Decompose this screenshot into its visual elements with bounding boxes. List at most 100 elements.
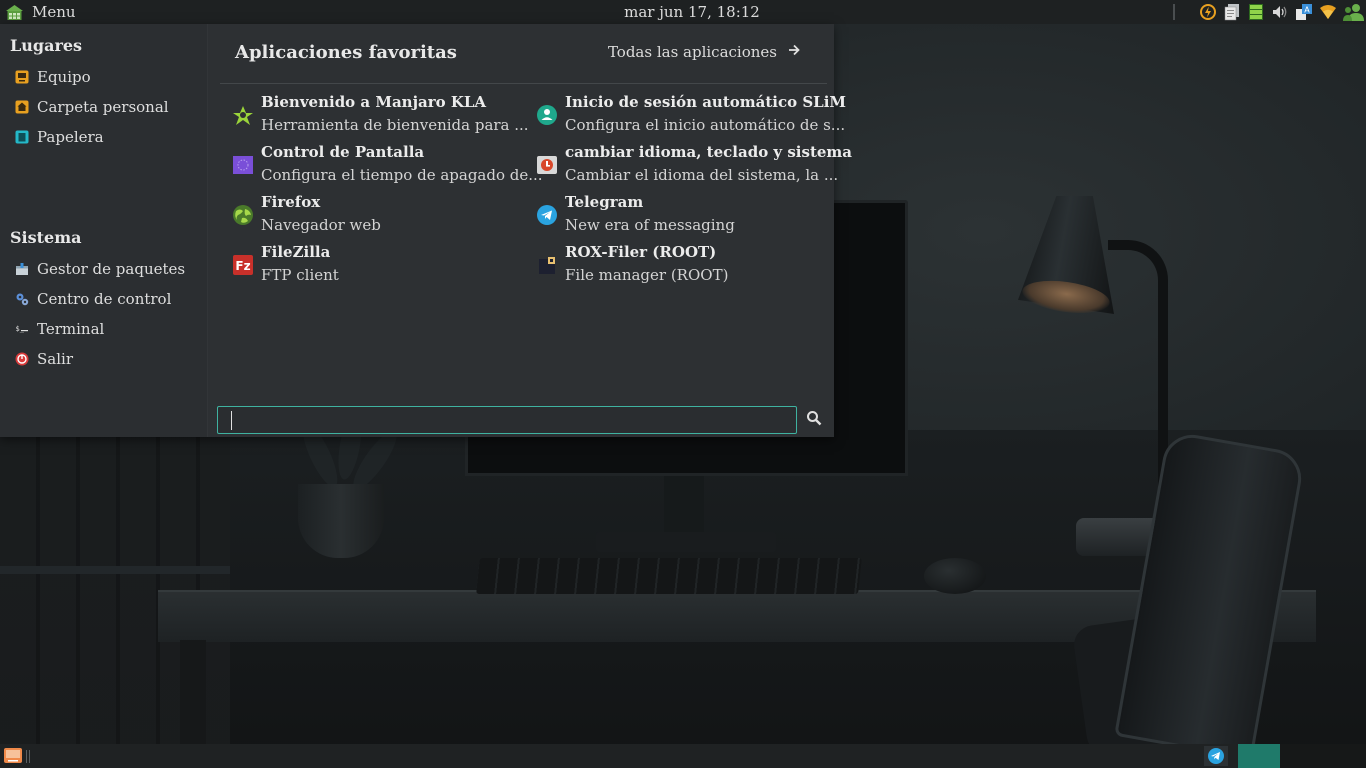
favorites-title: Aplicaciones favoritas [235, 42, 457, 63]
system-tray: A [1173, 0, 1366, 24]
panel-handle[interactable] [26, 750, 30, 763]
filezilla-icon: Fz [232, 254, 254, 276]
system-item-label: Terminal [37, 320, 105, 338]
wallpaper-desk-leg [180, 640, 206, 750]
system-item-label: Gestor de paquetes [37, 260, 186, 278]
search-box [217, 406, 797, 434]
search-input[interactable] [218, 407, 796, 433]
menu-label: Menu [32, 3, 76, 21]
app-inicio-sesion-slim[interactable]: Inicio de sesión automático SLiM Configu… [524, 91, 846, 139]
search-button[interactable] [804, 410, 824, 430]
app-name: Inicio de sesión automático SLiM [565, 93, 847, 111]
app-name: Control de Pantalla [261, 143, 425, 161]
system-title: Sistema [10, 228, 82, 247]
firefox-globe-icon [232, 204, 254, 226]
screen-control-icon [232, 154, 254, 176]
wallpaper-monitor-neck [664, 476, 704, 536]
system-item-gestor-de-paquetes[interactable]: Gestor de paquetes [15, 257, 185, 281]
favorites-panel: Aplicaciones favoritas Todas las aplicac… [217, 24, 852, 437]
places-item-label: Carpeta personal [37, 98, 169, 116]
application-menu: Lugares Equipo Carpeta personal Papelera… [0, 24, 852, 437]
search-icon [806, 410, 822, 430]
wallpaper-monitor-lower-edge [465, 437, 908, 476]
wifi-icon[interactable] [1318, 2, 1338, 22]
power-manager-icon[interactable] [1198, 2, 1218, 22]
app-telegram[interactable]: Telegram New era of messaging [524, 191, 824, 239]
app-description: Cambiar el idioma del sistema, la ... [565, 166, 839, 184]
app-control-de-pantalla[interactable]: Control de Pantalla Configura el tiempo … [220, 141, 543, 189]
workspace-1-button[interactable] [1238, 744, 1280, 768]
battery-icon[interactable] [1246, 2, 1266, 22]
home-folder-icon [15, 100, 29, 114]
app-name: ROX-Filer (ROOT) [565, 243, 717, 261]
manjaro-welcome-icon [232, 104, 254, 126]
arrow-right-icon [787, 43, 801, 61]
wallpaper-mouse [924, 558, 986, 594]
places-title: Lugares [10, 36, 83, 55]
volume-icon[interactable] [1270, 2, 1290, 22]
menu-button[interactable]: Menu [5, 0, 76, 24]
clock[interactable]: mar jun 17, 18:12 [624, 3, 760, 21]
app-name: Telegram [565, 193, 644, 211]
show-desktop-button[interactable] [3, 746, 23, 766]
wallpaper-monitor-foot [596, 532, 776, 552]
manjaro-menu-icon [5, 4, 24, 21]
places-item-papelera[interactable]: Papelera [15, 125, 104, 149]
clipboard-icon[interactable] [1222, 2, 1242, 22]
workspace-2-button[interactable] [1280, 744, 1366, 768]
app-description: Configura el tiempo de apagado de... [261, 166, 543, 184]
places-item-carpeta-personal[interactable]: Carpeta personal [15, 95, 169, 119]
language-settings-icon [536, 154, 558, 176]
wallpaper-shelf-board [0, 566, 230, 574]
app-name: FileZilla [261, 243, 331, 261]
app-bienvenido-manjaro[interactable]: Bienvenido a Manjaro KLA Herramienta de … [220, 91, 529, 139]
user-icon[interactable] [1342, 2, 1366, 22]
app-description: File manager (ROOT) [565, 266, 729, 284]
app-description: Navegador web [261, 216, 381, 234]
autologin-user-icon [536, 104, 558, 126]
tray-separator [1173, 4, 1175, 20]
app-filezilla[interactable]: Fz FileZilla FTP client [220, 241, 520, 289]
show-desktop-icon [3, 748, 23, 768]
places-item-label: Equipo [37, 68, 91, 86]
app-description: New era of messaging [565, 216, 735, 234]
app-cambiar-idioma[interactable]: cambiar idioma, teclado y sistema Cambia… [524, 141, 852, 189]
system-item-centro-de-control[interactable]: Centro de control [15, 287, 171, 311]
system-item-label: Centro de control [37, 290, 172, 308]
wallpaper-monitor [834, 200, 908, 476]
places-item-label: Papelera [37, 128, 104, 146]
app-name: Firefox [261, 193, 321, 211]
wallpaper-keyboard [476, 558, 862, 594]
power-icon [15, 352, 29, 366]
menu-sidebar: Lugares Equipo Carpeta personal Papelera… [0, 24, 208, 437]
system-item-terminal[interactable]: $_ Terminal [15, 317, 104, 341]
trash-icon [15, 130, 29, 144]
control-center-icon [15, 292, 29, 306]
computer-icon [15, 70, 29, 84]
app-description: Herramienta de bienvenida para ... [261, 116, 529, 134]
app-description: FTP client [261, 266, 339, 284]
places-item-equipo[interactable]: Equipo [15, 65, 91, 89]
terminal-icon: $_ [15, 322, 29, 336]
taskbar-telegram-button[interactable] [1204, 746, 1228, 766]
system-item-label: Salir [37, 350, 73, 368]
telegram-icon [1204, 746, 1228, 768]
telegram-icon [536, 204, 558, 226]
svg-text:Fz: Fz [235, 259, 250, 273]
svg-text:$_: $_ [16, 325, 25, 333]
favorites-divider [220, 83, 827, 84]
rox-filer-icon [536, 254, 558, 276]
system-item-salir[interactable]: Salir [15, 347, 73, 371]
app-name: Bienvenido a Manjaro KLA [261, 93, 487, 111]
all-applications-label: Todas las aplicaciones [607, 43, 777, 61]
svg-text:A: A [1304, 6, 1310, 15]
wallpaper-plant-pot [298, 484, 384, 558]
app-name: cambiar idioma, teclado y sistema [565, 143, 853, 161]
all-applications-button[interactable]: Todas las aplicaciones [608, 43, 801, 61]
keyboard-layout-icon[interactable]: A [1294, 2, 1314, 22]
top-panel: Menu mar jun 17, 18:12 A [0, 0, 1366, 24]
app-rox-filer-root[interactable]: ROX-Filer (ROOT) File manager (ROOT) [524, 241, 824, 289]
bottom-panel [0, 744, 1366, 768]
app-firefox[interactable]: Firefox Navegador web [220, 191, 520, 239]
package-manager-icon [15, 262, 29, 276]
